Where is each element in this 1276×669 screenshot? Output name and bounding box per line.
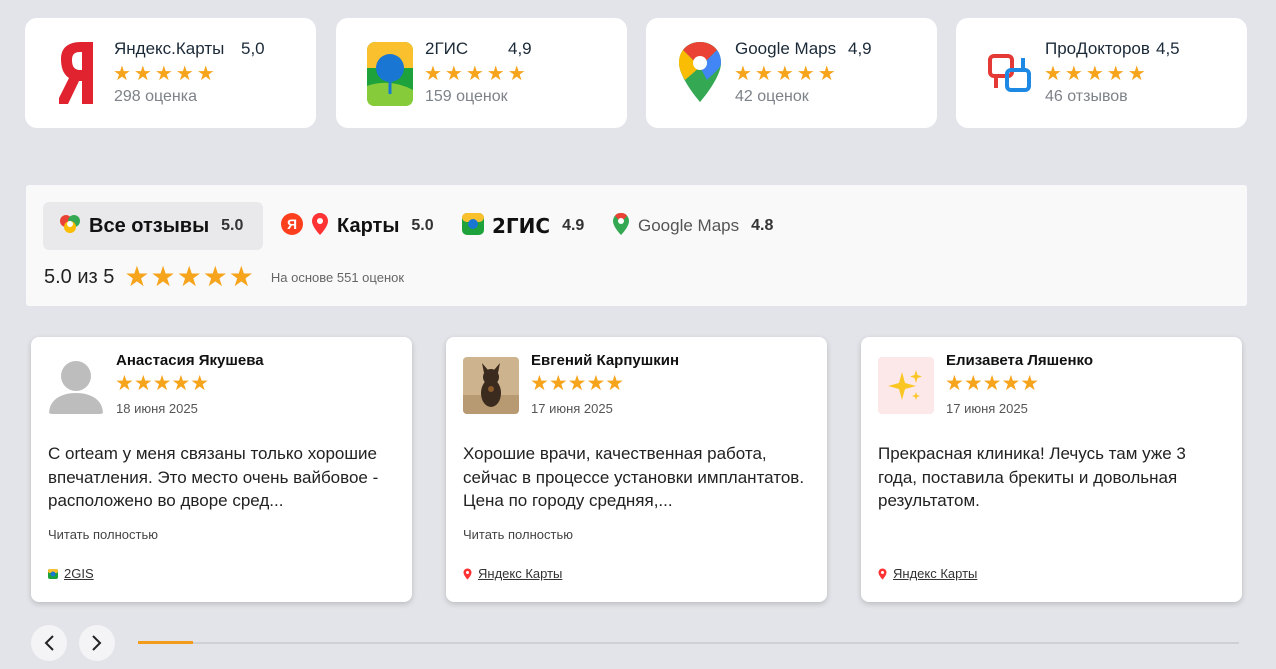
avatar [878,357,934,414]
rating-card-stars: ★★★★★ [424,63,529,85]
review-text: С orteam у меня связаны только хорошие в… [48,444,379,510]
yandex-maps-logo-icon [51,38,107,108]
rating-card-score: 4,5 [1156,39,1180,58]
map-pin-icon [311,212,329,241]
2gis-logo-icon [462,212,484,240]
review-date: 18 июня 2025 [116,401,198,416]
2gis-small-icon [48,568,58,579]
rating-card-stars: ★★★★★ [113,63,218,85]
source-link[interactable]: Яндекс Карты [893,566,977,581]
rating-card-stars: ★★★★★ [1044,63,1149,85]
rating-card-score: 4,9 [848,39,872,58]
review-source[interactable]: Яндекс Карты [463,566,562,581]
source-link[interactable]: 2GIS [64,566,94,581]
prev-button[interactable] [31,625,67,661]
all-sources-icon [59,213,81,240]
user-placeholder-icon [48,357,104,414]
summary-basis: На основе 551 оценок [270,269,405,285]
carousel-progress-fill [138,641,194,644]
tab-label: Все отзывы [89,214,210,237]
rating-card-count: 159 оценок [425,88,508,105]
rating-card-score: 5,0 [241,39,265,58]
review-text: Хорошие врачи, качественная работа, сейч… [463,444,805,510]
reviewer-name: Елизавета Ляшенко [946,352,1094,369]
avatar [48,357,104,414]
carousel-progress[interactable] [138,641,1239,644]
review-card: Евгений Карпушкин ★★★★★ 17 июня 2025 Хор… [446,337,827,602]
tab-score: 4.9 [562,217,585,234]
review-stars: ★★★★★ [945,372,1040,395]
chevron-left-icon [44,635,54,651]
next-button[interactable] [79,625,115,661]
map-pin-icon [463,568,472,579]
tab-label: Карты [337,214,400,237]
summary-score: 5.0 из 5 [44,265,115,288]
rating-card-name: 2ГИС [425,39,469,58]
svg-text:Я: Я [287,216,297,232]
review-text: Прекрасная клиника! Лечусь там уже 3 год… [878,444,1186,510]
google-maps-logo-icon [672,38,728,108]
reviews-filter-bar: Все отзывы 5.0 Я Карты 5.0 2ГИС 4.9 Goog… [26,185,1247,306]
tab-label: Google Maps [638,216,740,235]
review-source[interactable]: Яндекс Карты [878,566,977,581]
rating-card-google[interactable]: Google Maps 4,9 ★★★★★ 42 оценок [646,18,937,128]
source-link[interactable]: Яндекс Карты [478,566,562,581]
review-date: 17 июня 2025 [531,401,613,416]
review-card: Анастасия Якушева ★★★★★ 18 июня 2025 С o… [31,337,412,602]
avatar [463,357,519,414]
read-more-link[interactable]: Читать полностью [463,527,573,542]
tab-yandex-maps[interactable]: Я Карты 5.0 [281,202,434,250]
tab-score: 5.0 [411,217,434,234]
rating-card-prodoctorov[interactable]: ПроДокторов 4,5 ★★★★★ 46 отзывов [956,18,1247,128]
tab-google-maps[interactable]: Google Maps 4.8 [612,202,773,250]
reviewer-name: Евгений Карпушкин [531,352,680,369]
review-date: 17 июня 2025 [946,401,1028,416]
2gis-logo-icon [362,38,418,108]
read-more-link[interactable]: Читать полностью [48,527,158,542]
summary-stars: ★★★★★ [124,261,255,292]
rating-card-name: Яндекс.Карты [114,39,225,58]
review-source[interactable]: 2GIS [48,566,94,581]
tab-score: 5.0 [221,217,244,234]
rating-card-stars: ★★★★★ [734,63,839,85]
review-stars: ★★★★★ [530,372,625,395]
map-pin-icon [878,568,887,579]
rating-card-score: 4,9 [508,39,532,58]
tab-score: 4.8 [751,217,774,234]
review-stars: ★★★★★ [115,372,210,395]
yandex-logo-icon: Я [281,212,303,240]
sparkles-icon [888,369,922,400]
rating-card-name: Google Maps [735,39,837,58]
rating-card-count: 46 отзывов [1045,88,1128,105]
tab-2gis[interactable]: 2ГИС 4.9 [462,202,584,250]
tab-label: 2ГИС [492,214,551,238]
review-card: Елизавета Ляшенко ★★★★★ 17 июня 2025 Пре… [861,337,1242,602]
rating-card-yandex[interactable]: Яндекс.Карты 5,0 ★★★★★ 298 оценка [25,18,316,128]
rating-summary: 5.0 из 5 ★★★★★ На основе 551 оценок [44,263,404,291]
reviewer-name: Анастасия Якушева [116,352,264,369]
rating-card-2gis[interactable]: 2ГИС 4,9 ★★★★★ 159 оценок [336,18,627,128]
rating-card-count: 42 оценок [735,88,809,105]
dog-photo-icon [463,357,519,414]
tab-all-reviews[interactable]: Все отзывы 5.0 [43,202,263,250]
prodoctorov-logo-icon [982,38,1038,108]
rating-card-count: 298 оценка [114,88,198,105]
google-maps-pin-icon [612,212,630,241]
chevron-right-icon [92,635,102,651]
rating-card-name: ПроДокторов [1045,39,1150,58]
